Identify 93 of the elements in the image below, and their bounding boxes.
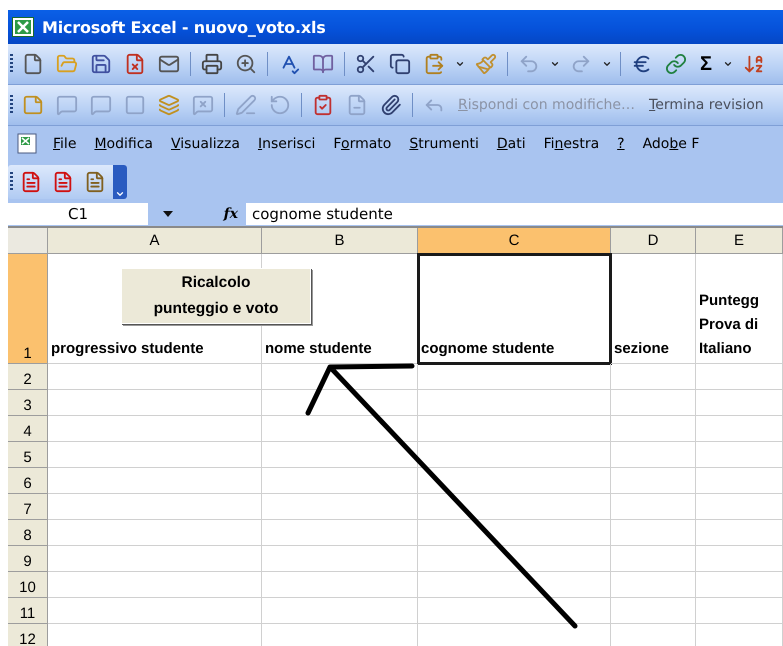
table-cell[interactable]	[262, 390, 418, 416]
table-cell[interactable]	[48, 572, 262, 598]
menu-item[interactable]: Modifica	[85, 136, 162, 152]
function-label: fx	[222, 206, 239, 222]
table-cell[interactable]	[418, 364, 611, 390]
table-cell[interactable]	[48, 494, 262, 520]
table-cell[interactable]	[48, 416, 262, 442]
menu-item[interactable]: Visualizza	[162, 136, 249, 152]
column-header[interactable]: C	[418, 228, 611, 254]
table-cell[interactable]	[262, 416, 418, 442]
table-cell[interactable]	[48, 598, 262, 624]
cell-text: progressivo studente	[51, 339, 204, 359]
menu-item[interactable]: Finestra	[534, 136, 608, 152]
toolbar-link[interactable]: Termina revision	[645, 97, 768, 113]
table-cell[interactable]	[262, 494, 418, 520]
table-cell[interactable]	[48, 390, 262, 416]
table-cell[interactable]	[611, 598, 696, 624]
table-cell[interactable]	[262, 572, 418, 598]
table-cell[interactable]	[696, 442, 783, 468]
formula-field[interactable]: cognome studente	[246, 203, 783, 225]
row-header[interactable]: 2	[8, 364, 48, 390]
table-cell[interactable]	[418, 442, 611, 468]
cell-text: sezione	[614, 339, 670, 359]
table-cell[interactable]	[418, 390, 611, 416]
table-cell[interactable]	[262, 520, 418, 546]
cell-text: cognome studente	[421, 339, 554, 359]
menu-item[interactable]: Formato	[324, 136, 400, 152]
table-cell[interactable]	[696, 364, 783, 390]
table-cell[interactable]	[48, 546, 262, 572]
table-cell[interactable]	[696, 598, 783, 624]
table-cell[interactable]	[611, 442, 696, 468]
row-header[interactable]: 7	[8, 494, 48, 520]
row-header[interactable]: 4	[8, 416, 48, 442]
table-cell[interactable]	[611, 520, 696, 546]
row-header[interactable]: 10	[8, 572, 48, 598]
table-cell[interactable]	[262, 364, 418, 390]
column-header[interactable]: B	[262, 228, 418, 254]
table-cell[interactable]	[418, 572, 611, 598]
excel-logo-icon	[12, 17, 34, 37]
chevron-icon	[115, 189, 125, 199]
table-cell[interactable]	[418, 416, 611, 442]
cell-text: Puntegg Prova di Italiano	[699, 291, 759, 359]
menu-item[interactable]: Dati	[488, 136, 535, 152]
table-cell[interactable]	[696, 494, 783, 520]
toolbar-options-button[interactable]	[113, 165, 127, 199]
row-header[interactable]: 5	[8, 442, 48, 468]
menu-item[interactable]: Strumenti	[400, 136, 488, 152]
table-cell[interactable]	[611, 494, 696, 520]
autosum-button[interactable]: Σ	[696, 52, 716, 76]
select-all-corner[interactable]	[8, 228, 48, 254]
row-header[interactable]: 9	[8, 546, 48, 572]
row-header[interactable]: 12	[8, 624, 48, 646]
menu-item[interactable]: File	[44, 136, 86, 152]
table-cell[interactable]	[611, 390, 696, 416]
table-cell[interactable]	[262, 442, 418, 468]
menu-item[interactable]: Inserisci	[248, 136, 324, 152]
row-header[interactable]: 6	[8, 468, 48, 494]
table-cell[interactable]	[611, 546, 696, 572]
table-cell[interactable]	[418, 494, 611, 520]
name-box[interactable]: C1	[8, 203, 148, 225]
cell-text: nome studente	[265, 339, 372, 359]
table-cell[interactable]	[611, 572, 696, 598]
table-cell[interactable]	[48, 364, 262, 390]
table-cell[interactable]	[696, 520, 783, 546]
column-header[interactable]: D	[611, 228, 696, 254]
row-header[interactable]: 11	[8, 598, 48, 624]
table-cell[interactable]	[696, 546, 783, 572]
table-cell[interactable]	[611, 468, 696, 494]
row-header[interactable]: 8	[8, 520, 48, 546]
table-cell[interactable]	[418, 598, 611, 624]
table-cell[interactable]	[48, 442, 262, 468]
table-cell[interactable]	[48, 520, 262, 546]
row-header[interactable]: 3	[8, 390, 48, 416]
table-cell[interactable]	[48, 468, 262, 494]
table-cell[interactable]	[262, 546, 418, 572]
table-cell[interactable]	[611, 364, 696, 390]
recalculate-button[interactable]: Ricalcolo punteggio e voto	[121, 268, 311, 324]
column-header[interactable]: E	[696, 228, 783, 254]
table-cell[interactable]	[696, 468, 783, 494]
column-header[interactable]: A	[48, 228, 262, 254]
table-cell[interactable]	[418, 520, 611, 546]
table-cell[interactable]	[696, 572, 783, 598]
table-cell[interactable]	[418, 546, 611, 572]
table-cell[interactable]	[262, 468, 418, 494]
window-title: Microsoft Excel - nuovo_voto.xls	[42, 18, 326, 36]
table-cell[interactable]	[418, 468, 611, 494]
table-cell[interactable]	[696, 390, 783, 416]
row-header[interactable]: 1	[8, 254, 48, 364]
table-cell[interactable]	[696, 416, 783, 442]
table-cell[interactable]	[262, 598, 418, 624]
table-cell[interactable]	[611, 416, 696, 442]
menu-item[interactable]: ?	[608, 136, 634, 152]
menu-item[interactable]: Adobe F	[634, 136, 708, 152]
